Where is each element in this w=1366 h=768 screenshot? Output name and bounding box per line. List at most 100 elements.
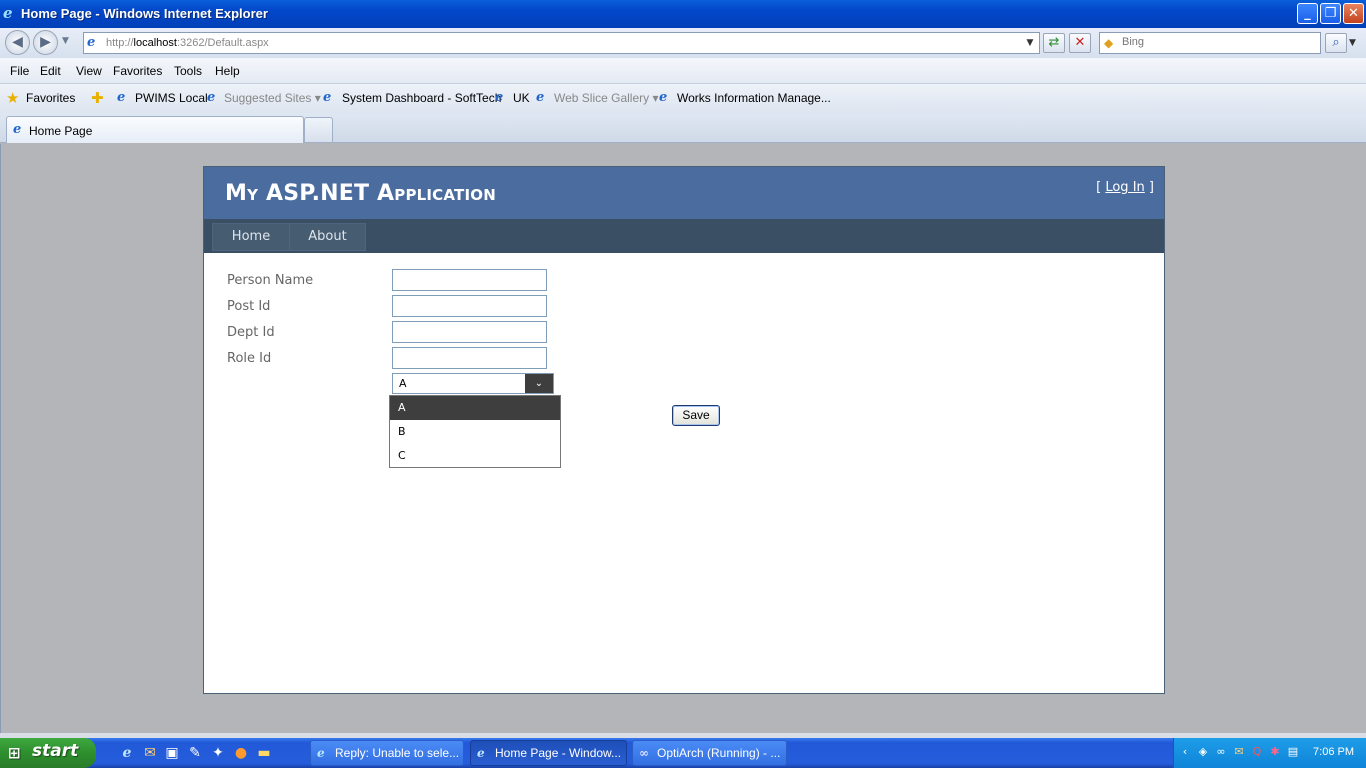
favorites-button[interactable]: Favorites [26,91,75,105]
tab-home-page[interactable]: e Home Page [6,116,304,143]
address-toolbar: ◀ ▶ ▼ e http://localhost:3262/Default.as… [0,28,1366,58]
dept-id-label: Dept Id [227,325,275,340]
back-arrow-icon: ◀ [12,34,23,50]
address-bar[interactable]: e http://localhost:3262/Default.aspx ▼ [83,32,1040,54]
refresh-button[interactable]: ⇄ [1043,33,1065,53]
select-option[interactable]: A [390,396,560,420]
taskbar-item[interactable]: ∞ OptiArch (Running) - ... [632,740,787,766]
favorite-page-icon: e [495,90,504,105]
quicklaunch-tools-icon[interactable]: ✎ [186,744,204,762]
nav-home[interactable]: Home [212,223,290,251]
quicklaunch-ie-icon[interactable]: e [118,744,136,762]
ie-icon: e [317,746,325,760]
favorites-bar: ★ Favorites ✚ e PWIMS Local e Suggested … [0,84,1366,113]
forward-arrow-icon: ▶ [40,34,51,50]
tab-label: Home Page [29,124,93,138]
menu-view[interactable]: View [76,64,102,78]
window-title-bar[interactable]: e Home Page - Windows Internet Explorer … [0,0,1366,28]
tray-mail-icon[interactable]: ✉ [1232,745,1246,759]
main-menu: Home About [204,219,1164,253]
role-id-input[interactable] [392,347,547,369]
person-name-input[interactable] [392,269,547,291]
favorite-page-icon: e [323,90,332,105]
page-header: My ASP.NET Application [ Log In ] [204,167,1164,219]
ie-icon: e [477,746,485,760]
bing-icon: ◆ [1104,36,1114,50]
search-options-dropdown-icon[interactable]: ▼ [1349,38,1356,48]
tab-page-icon: e [13,122,22,137]
menu-file[interactable]: File [10,64,29,78]
select-value: A [399,377,407,390]
search-button[interactable]: ⌕ [1325,33,1347,53]
windows-flag-icon: ⊞ [8,744,21,762]
page-icon: e [87,35,96,50]
taskbar-item-active[interactable]: e Home Page - Window... [470,740,627,766]
role-select[interactable]: A ⌄ [392,373,554,394]
select-option[interactable]: B [390,420,560,444]
favorite-pwims-local[interactable]: PWIMS Local [135,91,208,105]
address-url[interactable]: http://localhost:3262/Default.aspx [106,37,269,49]
address-dropdown-icon[interactable]: ▼ [1023,35,1037,51]
tray-expand-icon[interactable]: ‹ [1178,745,1192,759]
back-button[interactable]: ◀ [5,30,30,55]
save-button[interactable]: Save [672,405,720,426]
menu-bar: File Edit View Favorites Tools Help [0,58,1366,84]
window-title: Home Page - Windows Internet Explorer [21,6,268,21]
refresh-icon: ⇄ [1048,35,1060,50]
taskbar-item[interactable]: e Reply: Unable to sele... [310,740,464,766]
restore-button[interactable]: ❐ [1320,3,1341,24]
taskbar: ⊞ start e ✉ ▣ ✎ ✦ ● ▬ e Reply: Unable to … [0,738,1366,768]
quicklaunch-folder-icon[interactable]: ▬ [255,744,273,762]
select-option[interactable]: C [390,444,560,468]
menu-edit[interactable]: Edit [40,64,61,78]
tray-app2-icon[interactable]: ✱ [1268,745,1282,759]
favorite-system-dashboard[interactable]: System Dashboard - SoftTech [342,91,501,105]
web-slice-icon: e [536,90,545,105]
menu-favorites[interactable]: Favorites [113,64,162,78]
nav-about[interactable]: About [289,223,366,251]
favorite-suggested-sites[interactable]: Suggested Sites ▾ [224,91,321,105]
select-dropdown-list: A B C [389,395,561,468]
login-display: [ Log In ] [1096,180,1154,195]
tray-app-icon[interactable]: ◈ [1196,745,1210,759]
minimize-button[interactable]: _ [1297,3,1318,24]
dept-id-input[interactable] [392,321,547,343]
menu-help[interactable]: Help [215,64,240,78]
infinity-icon: ∞ [639,746,649,760]
system-tray: ‹ ◈ ∞ ✉ Q ✱ ▤ 7:06 PM [1173,738,1366,768]
internet-explorer-icon: e [3,4,13,22]
stop-button[interactable]: ✕ [1069,33,1091,53]
new-tab-button[interactable] [304,117,333,142]
menu-tools[interactable]: Tools [174,64,202,78]
person-name-label: Person Name [227,273,314,288]
search-box[interactable]: ◆ [1099,32,1321,54]
suggested-sites-icon: e [207,90,216,105]
tray-network-icon[interactable]: ∞ [1214,745,1228,759]
tray-q-icon[interactable]: Q [1250,745,1264,759]
favorite-page-icon: e [659,90,668,105]
post-id-label: Post Id [227,299,271,314]
close-button[interactable]: ✕ [1343,3,1364,24]
browser-viewport: My ASP.NET Application [ Log In ] Home A… [0,144,1366,733]
start-button[interactable]: ⊞ start [0,738,96,768]
favorites-star-icon: ★ [6,89,20,107]
tray-display-icon[interactable]: ▤ [1286,745,1300,759]
chevron-down-icon[interactable]: ⌄ [525,374,553,393]
forward-button[interactable]: ▶ [33,30,58,55]
quicklaunch-app-icon[interactable]: ✦ [209,744,227,762]
favorite-page-icon: e [117,90,126,105]
favorite-uk[interactable]: UK [513,91,530,105]
add-to-favorites-icon[interactable]: ✚ [91,89,104,107]
quicklaunch-desktop-icon[interactable]: ▣ [163,744,181,762]
post-id-input[interactable] [392,295,547,317]
search-input[interactable] [1122,36,1312,48]
quicklaunch-outlook-icon[interactable]: ✉ [141,744,159,762]
tab-bar: e Home Page [0,113,1366,143]
quicklaunch-firefox-icon[interactable]: ● [232,744,250,762]
favorite-works-information[interactable]: Works Information Manage... [677,91,831,105]
page-container: My ASP.NET Application [ Log In ] Home A… [203,166,1165,694]
login-link[interactable]: Log In [1105,180,1144,195]
favorite-web-slice-gallery[interactable]: Web Slice Gallery ▾ [554,91,659,105]
history-dropdown-icon[interactable]: ▼ [62,36,69,46]
stop-icon: ✕ [1074,35,1086,50]
